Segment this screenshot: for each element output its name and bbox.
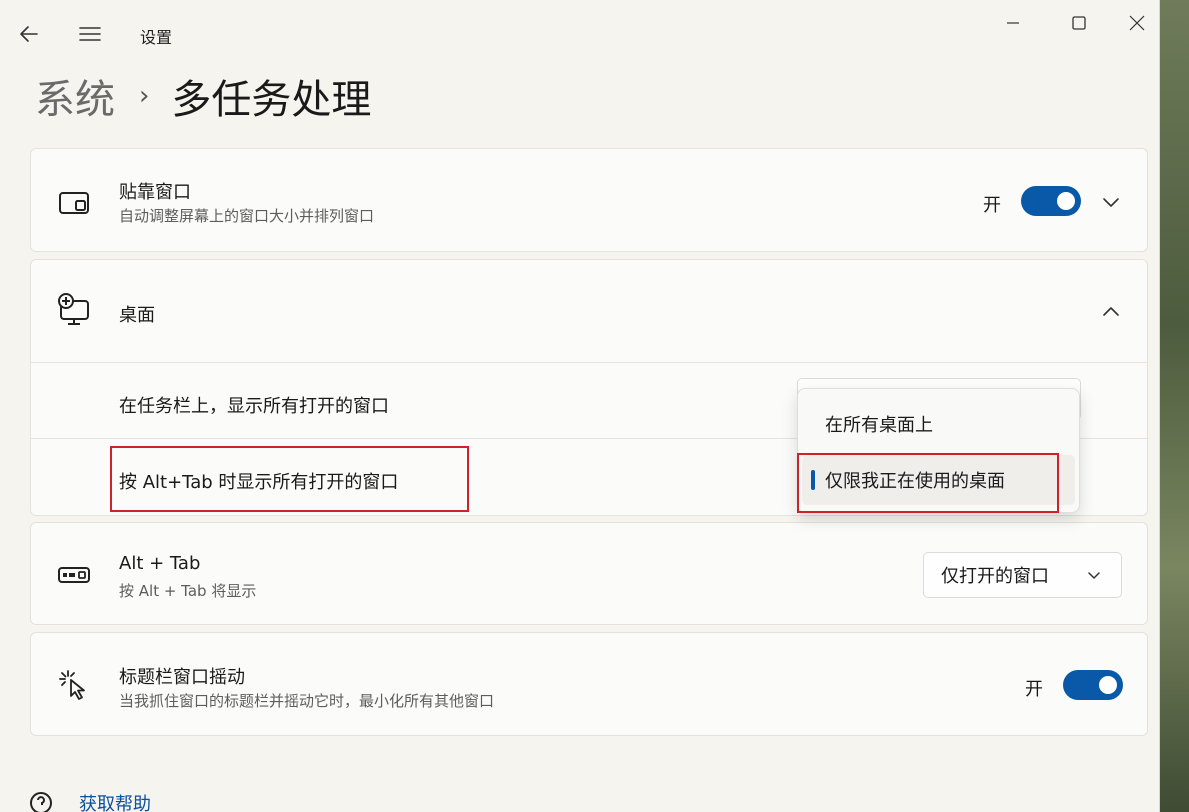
virtual-desktop-icon: [57, 293, 91, 327]
taskbar-windows-label: 在任务栏上，显示所有打开的窗口: [119, 396, 389, 417]
alt-tab-card: Alt + Tab 按 Alt + Tab 将显示 仅打开的窗口: [30, 522, 1148, 625]
option-all-desktops[interactable]: 在所有桌面上: [802, 399, 1075, 449]
alt-tab-select[interactable]: 仅打开的窗口: [923, 552, 1122, 598]
desktops-header-row[interactable]: 桌面: [31, 260, 1147, 362]
back-arrow-icon[interactable]: [17, 22, 41, 46]
get-help-link[interactable]: 获取帮助: [79, 790, 151, 812]
alt-tab-title: Alt + Tab: [119, 553, 201, 574]
window-title: 设置: [140, 28, 173, 47]
toggle-knob: [1099, 676, 1117, 694]
page-title: 多任务处理: [171, 77, 372, 123]
keyboard-icon: [57, 558, 91, 592]
snap-toggle[interactable]: [1021, 186, 1081, 216]
maximize-button[interactable]: [1056, 8, 1102, 38]
option-label: 在所有桌面上: [825, 415, 933, 436]
help-icon: [28, 788, 54, 812]
title-bar-shake-title: 标题栏窗口摇动: [119, 667, 245, 688]
title-bar-shake-subtitle: 当我抓住窗口的标题栏并摇动它时，最小化所有其他窗口: [119, 692, 495, 710]
shake-toggle[interactable]: [1063, 670, 1123, 700]
maximize-icon: [1072, 16, 1086, 30]
chevron-down-icon[interactable]: [1101, 192, 1121, 212]
hamburger-menu-icon[interactable]: [78, 22, 102, 46]
title-bar: 设置: [0, 0, 1159, 68]
shake-toggle-label: 开: [1025, 679, 1043, 700]
title-bar-shake-card: 标题栏窗口摇动 当我抓住窗口的标题栏并摇动它时，最小化所有其他窗口 开: [30, 632, 1148, 736]
shake-cursor-icon: [57, 668, 91, 702]
snap-toggle-label: 开: [983, 195, 1001, 216]
alt-tab-select-value: 仅打开的窗口: [941, 566, 1049, 587]
snap-windows-title: 贴靠窗口: [119, 182, 191, 203]
close-button[interactable]: [1114, 8, 1159, 38]
highlight-box: [797, 453, 1059, 513]
toggle-knob: [1057, 192, 1075, 210]
chevron-up-icon[interactable]: [1101, 302, 1121, 322]
minimize-button[interactable]: [990, 8, 1036, 38]
close-icon: [1129, 15, 1145, 31]
highlight-box: [110, 446, 469, 512]
breadcrumb-parent[interactable]: 系统: [35, 67, 115, 125]
breadcrumb-separator: ›: [139, 81, 150, 111]
breadcrumb: 系统 › 多任务处理: [35, 68, 371, 124]
desktop-background-edge: [1160, 0, 1189, 812]
snap-windows-subtitle: 自动调整屏幕上的窗口大小并排列窗口: [119, 207, 375, 225]
desktops-title: 桌面: [119, 305, 155, 326]
chevron-down-icon: [1086, 568, 1102, 589]
alt-tab-subtitle: 按 Alt + Tab 将显示: [119, 582, 257, 600]
settings-window: 设置 系统 › 多任务处理 贴靠窗口 自动调整屏幕上的窗口大小并排列窗口 开 桌…: [0, 0, 1160, 812]
snap-windows-card[interactable]: 贴靠窗口 自动调整屏幕上的窗口大小并排列窗口 开: [30, 148, 1148, 252]
minimize-icon: [1007, 22, 1019, 24]
snap-window-icon: [57, 185, 91, 219]
